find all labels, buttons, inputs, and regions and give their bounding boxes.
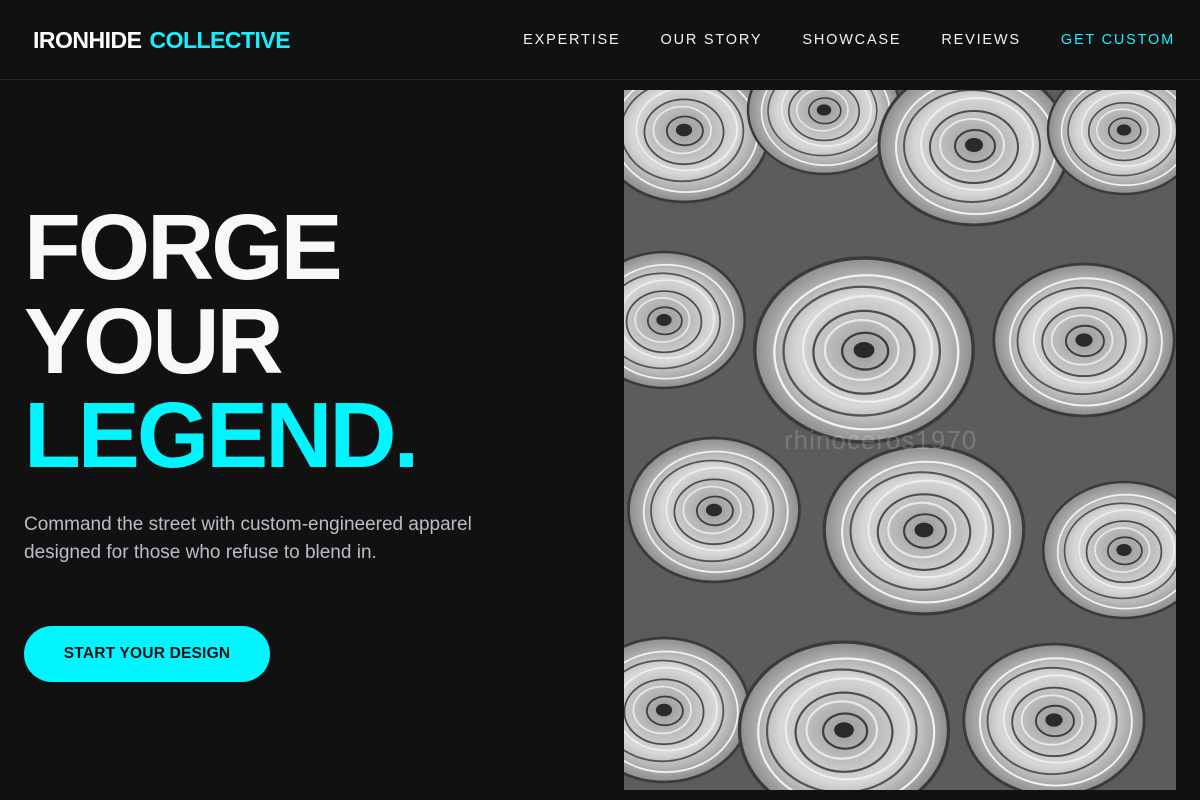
image-watermark: rhinoceros1970	[784, 425, 978, 455]
start-design-button[interactable]: START YOUR DESIGN	[24, 626, 270, 682]
nav-link-our-story[interactable]: OUR STORY	[660, 31, 762, 49]
headline-line-1: FORGE	[24, 195, 343, 299]
headline-line-2: YOUR	[24, 289, 284, 393]
hero-headline: FORGE YOUR LEGEND.	[24, 195, 419, 487]
brand-logo[interactable]: IRONHIDE COLLECTIVE	[33, 27, 291, 53]
brand-name-accent: COLLECTIVE	[149, 27, 291, 53]
site-header: IRONHIDE COLLECTIVE EXPERTISE OUR STORY S…	[0, 0, 1200, 80]
nav-link-expertise[interactable]: EXPERTISE	[523, 31, 620, 49]
hero-description: Command the street with custom-engineere…	[24, 514, 472, 563]
hero-image: rhinoceros1970	[624, 90, 1176, 790]
headline-line-3: LEGEND.	[24, 383, 419, 487]
main-nav: EXPERTISE OUR STORY SHOWCASE REVIEWS GET…	[523, 31, 1175, 49]
nav-link-reviews[interactable]: REVIEWS	[941, 31, 1020, 49]
brand-name-primary: IRONHIDE	[33, 27, 142, 53]
nav-link-showcase[interactable]: SHOWCASE	[802, 31, 901, 49]
nav-link-get-custom[interactable]: GET CUSTOM	[1061, 31, 1175, 49]
